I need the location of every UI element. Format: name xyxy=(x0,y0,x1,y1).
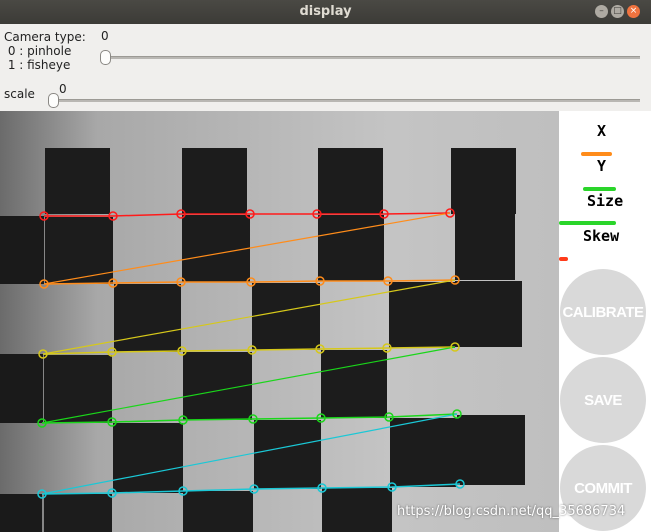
camera-type-label: Camera type: 0 : pinhole 1 : fisheye xyxy=(4,30,86,72)
window-title: display xyxy=(299,4,352,19)
board-square xyxy=(44,494,112,532)
calibration-side-panel: X Y Size Skew CALIBRATE SAVE COMMIT xyxy=(559,111,651,532)
board-square xyxy=(45,148,110,214)
close-icon[interactable]: × xyxy=(627,5,640,18)
board-square xyxy=(455,214,515,280)
board-square xyxy=(0,494,42,532)
camera-type-value: 0 xyxy=(101,29,109,43)
size-label: Size xyxy=(587,192,624,210)
board-square xyxy=(114,284,181,352)
minimize-icon[interactable]: – xyxy=(595,5,608,18)
size-progress-bar xyxy=(559,221,616,225)
board-square xyxy=(182,215,250,282)
scale-label: scale xyxy=(4,87,35,101)
skew-progress-bar xyxy=(559,257,568,261)
scale-slider[interactable] xyxy=(48,93,59,108)
board-square xyxy=(451,148,516,214)
board-square xyxy=(455,281,522,347)
maximize-icon[interactable]: □ xyxy=(611,5,624,18)
camera-image xyxy=(0,111,651,532)
board-square xyxy=(321,350,387,418)
camera-type-track[interactable] xyxy=(104,56,640,59)
board-square xyxy=(390,418,457,487)
calibrate-button[interactable]: CALIBRATE xyxy=(560,269,646,355)
camera-type-slider[interactable] xyxy=(100,50,111,65)
board-square xyxy=(389,282,455,348)
x-label: X xyxy=(597,122,607,140)
board-square xyxy=(183,491,253,532)
board-square xyxy=(254,420,321,489)
y-label: Y xyxy=(597,157,607,175)
watermark-text: https://blog.csdn.net/qq_35686734 xyxy=(397,504,626,519)
scale-track[interactable] xyxy=(50,99,640,102)
x-progress-bar xyxy=(581,152,612,156)
board-square xyxy=(44,355,112,423)
board-square xyxy=(322,488,392,532)
trackbar-panel: Camera type: 0 : pinhole 1 : fisheye 0 s… xyxy=(0,24,651,111)
board-square xyxy=(182,148,247,214)
board-square xyxy=(252,283,320,350)
board-square xyxy=(0,354,43,423)
board-square xyxy=(457,415,525,485)
board-square xyxy=(0,216,44,284)
board-square xyxy=(318,215,384,281)
scale-value: 0 xyxy=(59,82,67,96)
save-button[interactable]: SAVE xyxy=(560,357,646,443)
skew-label: Skew xyxy=(583,227,620,245)
board-square xyxy=(113,423,183,493)
y-progress-bar xyxy=(583,187,616,191)
board-square xyxy=(318,148,383,214)
window-titlebar: display – □ × xyxy=(0,0,651,24)
